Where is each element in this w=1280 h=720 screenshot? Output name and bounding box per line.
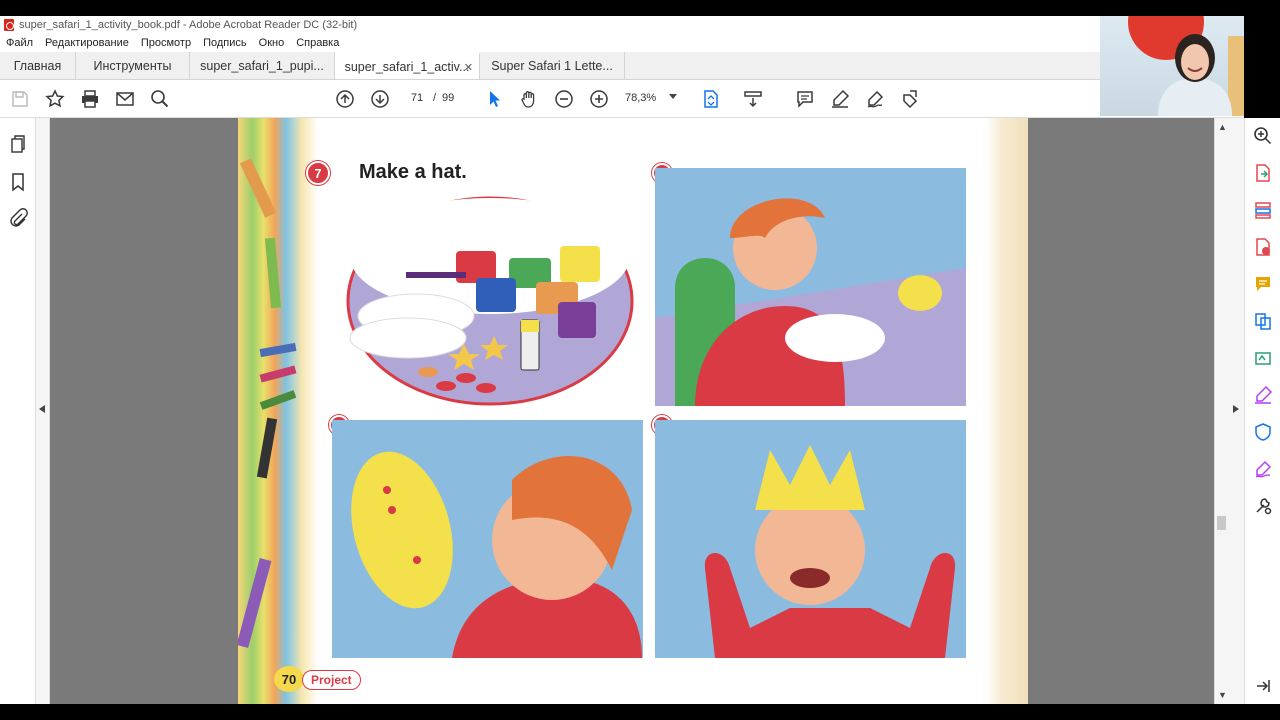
email-icon[interactable]: [113, 87, 137, 111]
chevron-right-icon: [1233, 405, 1239, 413]
toolbar: [0, 80, 1244, 118]
page-edge: [986, 118, 1028, 704]
total-pages: 99: [442, 92, 455, 104]
scroll-up-icon[interactable]: ▲: [1218, 122, 1227, 132]
highlight-icon[interactable]: [828, 87, 852, 111]
sign-pen-icon[interactable]: [1253, 459, 1273, 479]
menu-window[interactable]: Окно: [259, 37, 285, 49]
zoom-search-icon[interactable]: [1253, 126, 1273, 146]
save-icon[interactable]: [8, 87, 32, 111]
fit-page-icon[interactable]: [699, 87, 723, 111]
crayons-illustration: [238, 158, 297, 649]
create-pdf-icon[interactable]: [1253, 237, 1273, 257]
zoom-dropdown-icon[interactable]: [669, 94, 677, 99]
menu-help[interactable]: Справка: [296, 37, 339, 49]
print-icon[interactable]: [78, 87, 102, 111]
document-viewer[interactable]: 7 Make a hat. 1: [50, 118, 1214, 704]
comment-icon[interactable]: [793, 87, 817, 111]
page-separator: /: [433, 92, 437, 104]
fill-sign-icon[interactable]: [1253, 385, 1273, 405]
right-tools-rail: [1244, 118, 1280, 704]
page-thumbnails-icon[interactable]: [8, 134, 28, 154]
materials-illustration: [346, 196, 634, 406]
window-title: super_safari_1_activity_book.pdf - Adobe…: [19, 19, 358, 31]
current-page-input[interactable]: 71: [403, 88, 431, 108]
acrobat-icon: [4, 19, 14, 31]
organize-pages-icon[interactable]: [1253, 200, 1273, 220]
step-1-illustration: [655, 168, 966, 406]
left-panel-toggle[interactable]: [36, 118, 50, 704]
chevron-left-icon: [39, 405, 45, 413]
tab-bar: Главная Инструменты super_safari_1_pupi.…: [0, 52, 1100, 80]
decorative-margin: [238, 118, 318, 704]
presenter-video: [1128, 16, 1244, 116]
webcam-overlay: [1100, 16, 1244, 116]
menu-sign[interactable]: Подпись: [203, 37, 247, 49]
comment-tool-icon[interactable]: [1253, 274, 1273, 294]
title-bar: super_safari_1_activity_book.pdf - Adobe…: [0, 16, 1100, 34]
tab-tools[interactable]: Инструменты: [76, 52, 190, 79]
tab-home[interactable]: Главная: [0, 52, 76, 79]
zoom-out-icon[interactable]: [552, 87, 576, 111]
pdf-page: 7 Make a hat. 1: [238, 118, 1028, 704]
tab-label: Super Safari 1 Lette...: [491, 58, 613, 73]
share-icon[interactable]: [898, 87, 922, 111]
zoom-level[interactable]: 78,3%: [625, 88, 656, 108]
search-icon[interactable]: [148, 87, 172, 111]
vertical-scrollbar[interactable]: ▲ ▼: [1214, 118, 1228, 704]
tab-label: super_safari_1_pupi...: [200, 58, 324, 73]
protect-icon[interactable]: [1253, 422, 1273, 442]
screen-bottom-border: [0, 704, 1280, 720]
section-label: Project: [302, 670, 361, 690]
zoom-in-icon[interactable]: [587, 87, 611, 111]
select-cursor-icon[interactable]: [482, 87, 506, 111]
more-tools-icon[interactable]: [1253, 496, 1273, 516]
page-up-icon[interactable]: [333, 87, 357, 111]
tab-document-pupils-book[interactable]: super_safari_1_pupi...: [190, 52, 335, 79]
combine-files-icon[interactable]: [1253, 311, 1273, 331]
close-tab-icon[interactable]: ✕: [464, 61, 473, 74]
menu-view[interactable]: Просмотр: [141, 37, 191, 49]
scroll-down-icon[interactable]: ▼: [1218, 690, 1227, 700]
activity-number-badge: 7: [306, 161, 330, 185]
scrollbar-thumb[interactable]: [1217, 516, 1226, 530]
edit-pdf-icon[interactable]: [1253, 348, 1273, 368]
menu-edit[interactable]: Редактирование: [45, 37, 129, 49]
bookmarks-icon[interactable]: [8, 172, 28, 192]
sign-icon[interactable]: [863, 87, 887, 111]
export-pdf-icon[interactable]: [1253, 163, 1273, 183]
left-navigation-rail: [0, 118, 36, 704]
bookmark-star-icon[interactable]: [43, 87, 67, 111]
menu-file[interactable]: Файл: [6, 37, 33, 49]
collapse-rail-icon[interactable]: [1253, 676, 1273, 696]
hand-icon[interactable]: [517, 87, 541, 111]
page-title: Make a hat.: [359, 161, 467, 183]
step-3-illustration: [655, 420, 966, 658]
right-panel-toggle[interactable]: [1228, 118, 1244, 704]
tab-document-letters[interactable]: Super Safari 1 Lette...: [480, 52, 625, 79]
menu-bar: Файл Редактирование Просмотр Подпись Окн…: [0, 34, 1100, 52]
tab-label: super_safari_1_activ...: [344, 59, 470, 74]
page-down-icon[interactable]: [368, 87, 392, 111]
tab-document-activity-book[interactable]: super_safari_1_activ... ✕: [335, 52, 480, 79]
page-number: 70: [274, 666, 304, 692]
step-2-illustration: [332, 420, 643, 658]
attachments-icon[interactable]: [8, 208, 28, 228]
scroll-mode-icon[interactable]: [741, 87, 765, 111]
